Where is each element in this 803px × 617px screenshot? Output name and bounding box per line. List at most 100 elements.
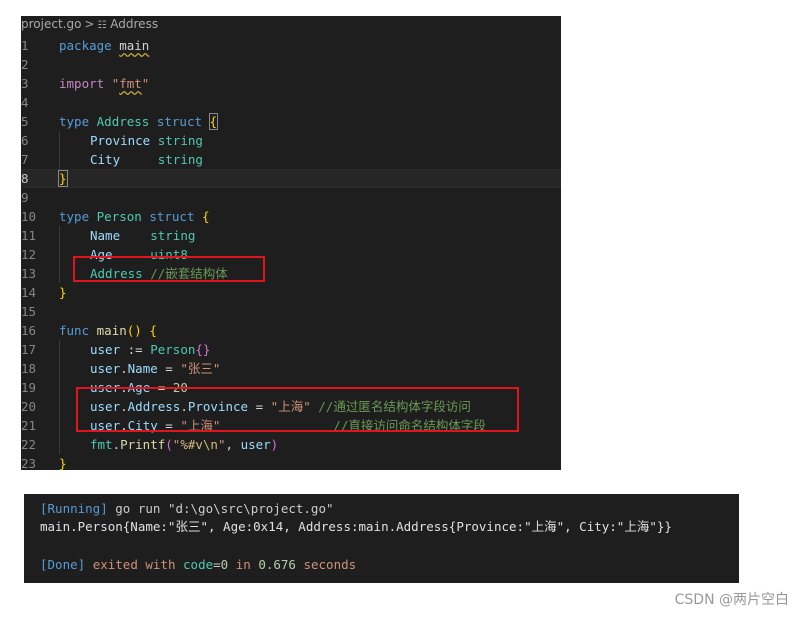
exited-text: exited with bbox=[92, 557, 176, 572]
operator: := bbox=[127, 342, 143, 357]
equals-sign: = bbox=[213, 557, 221, 572]
highlight-box-field-access bbox=[76, 387, 519, 432]
code-line[interactable]: 17 user := Person{} bbox=[21, 340, 561, 359]
code-label: code bbox=[183, 557, 214, 572]
keyword: type bbox=[59, 114, 90, 129]
parens: () bbox=[126, 323, 142, 338]
running-line: [Running] go run "d:\go\src\project.go" bbox=[40, 500, 334, 518]
code-line[interactable]: 6 Province string bbox=[21, 131, 561, 150]
indent-guide bbox=[59, 226, 90, 245]
keyword: struct bbox=[149, 209, 195, 224]
code-line[interactable]: 2 bbox=[21, 55, 561, 74]
field-name: City bbox=[90, 152, 121, 167]
indent-guide bbox=[59, 435, 90, 454]
watermark: CSDN @两片空白 bbox=[674, 592, 789, 608]
brace: { bbox=[208, 113, 219, 130]
seconds-label: seconds bbox=[303, 557, 357, 572]
code-line[interactable]: 16 func main() { bbox=[21, 321, 561, 340]
line-number: 13 bbox=[21, 266, 37, 281]
format-verb: %#v\n bbox=[180, 437, 218, 452]
code-line[interactable]: 11 Name string bbox=[21, 226, 561, 245]
line-number: 10 bbox=[21, 209, 37, 224]
line-number: 19 bbox=[21, 380, 37, 395]
comma: , bbox=[225, 437, 234, 452]
line-number: 1 bbox=[21, 38, 29, 53]
keyword: type bbox=[59, 209, 90, 224]
code-line[interactable]: 18 user.Name = "张三" bbox=[21, 359, 561, 378]
type-name: string bbox=[150, 228, 196, 243]
operator: = bbox=[165, 361, 173, 376]
keyword: func bbox=[59, 323, 90, 338]
keyword: struct bbox=[156, 114, 203, 129]
brace: { bbox=[149, 323, 157, 338]
line-number: 14 bbox=[21, 285, 37, 300]
code-line[interactable]: 7 City string bbox=[21, 150, 561, 169]
string-literal: " bbox=[141, 76, 150, 91]
field-name: Name bbox=[90, 228, 121, 243]
package-name: fmt bbox=[90, 437, 113, 452]
code-line[interactable]: 15 bbox=[21, 302, 561, 321]
code-line[interactable]: 10 type Person struct { bbox=[21, 207, 561, 226]
code-editor[interactable]: project.go > ☷ Address 1 package main 2 3 im… bbox=[21, 16, 561, 470]
done-line: [Done] exited with code=0 in 0.676 secon… bbox=[40, 556, 356, 574]
code-line-current[interactable]: 8} bbox=[21, 169, 561, 188]
type-name: Person bbox=[96, 209, 142, 224]
breadcrumb: project.go > ☷ Address bbox=[21, 16, 158, 32]
line-number: 5 bbox=[21, 114, 29, 129]
indent-guide bbox=[59, 150, 90, 169]
dot: . bbox=[120, 361, 128, 376]
code-line[interactable]: 22 fmt.Printf("%#v\n", user) bbox=[21, 435, 561, 454]
brace: { bbox=[202, 209, 210, 224]
brace: } bbox=[59, 456, 67, 470]
type-name: string bbox=[157, 152, 203, 167]
paren: ( bbox=[165, 437, 173, 452]
line-number: 22 bbox=[21, 437, 37, 452]
string-literal: fmt bbox=[119, 76, 142, 91]
code-line[interactable]: 14} bbox=[21, 283, 561, 302]
code-line[interactable]: 9 bbox=[21, 188, 561, 207]
code-line[interactable]: 23} bbox=[21, 454, 561, 470]
function-name: Printf bbox=[120, 437, 166, 452]
brace: {} bbox=[195, 342, 211, 357]
line-number: 23 bbox=[21, 456, 37, 470]
function-name: main bbox=[96, 323, 127, 338]
line-number: 6 bbox=[21, 133, 29, 148]
indent-guide bbox=[59, 340, 90, 359]
package-name: main bbox=[119, 38, 150, 53]
string-literal: " bbox=[217, 437, 226, 452]
keyword: import bbox=[59, 76, 105, 91]
line-number: 3 bbox=[21, 76, 29, 91]
output-panel[interactable]: [Running] go run "d:\go\src\project.go" … bbox=[24, 494, 739, 583]
code-line[interactable]: 1 package main bbox=[21, 36, 561, 55]
line-number: 20 bbox=[21, 399, 37, 414]
line-number: 15 bbox=[21, 304, 37, 319]
line-number: 2 bbox=[21, 57, 29, 72]
line-number: 7 bbox=[21, 152, 29, 167]
variable: user bbox=[90, 342, 121, 357]
paren: ) bbox=[270, 437, 279, 452]
struct-symbol-icon: ☷ bbox=[97, 20, 107, 31]
code-line[interactable]: 5 type Address struct { bbox=[21, 112, 561, 131]
dot: . bbox=[112, 437, 121, 452]
highlight-box-embedded-field bbox=[73, 256, 265, 282]
code-line[interactable]: 4 bbox=[21, 93, 561, 112]
field-name: Name bbox=[127, 361, 158, 376]
line-number: 9 bbox=[21, 190, 29, 205]
variable: user bbox=[90, 361, 121, 376]
brace: } bbox=[59, 285, 67, 300]
run-command: go run "d:\go\src\project.go" bbox=[115, 501, 334, 516]
indent-guide bbox=[59, 131, 90, 150]
seconds-value: 0.676 bbox=[258, 557, 296, 572]
code-line[interactable]: 3 import "fmt" bbox=[21, 74, 561, 93]
brace: } bbox=[58, 170, 68, 187]
field-name: Province bbox=[90, 133, 151, 148]
breadcrumb-symbol[interactable]: Address bbox=[110, 16, 158, 32]
breadcrumb-file[interactable]: project.go bbox=[21, 16, 81, 32]
running-label: [Running] bbox=[40, 501, 108, 516]
type-name: Address bbox=[96, 114, 150, 129]
line-number: 21 bbox=[21, 418, 37, 433]
line-number: 17 bbox=[21, 342, 37, 357]
line-number: 11 bbox=[21, 228, 37, 243]
program-output: main.Person{Name:"张三", Age:0x14, Address… bbox=[40, 519, 672, 534]
line-number: 4 bbox=[21, 95, 29, 110]
